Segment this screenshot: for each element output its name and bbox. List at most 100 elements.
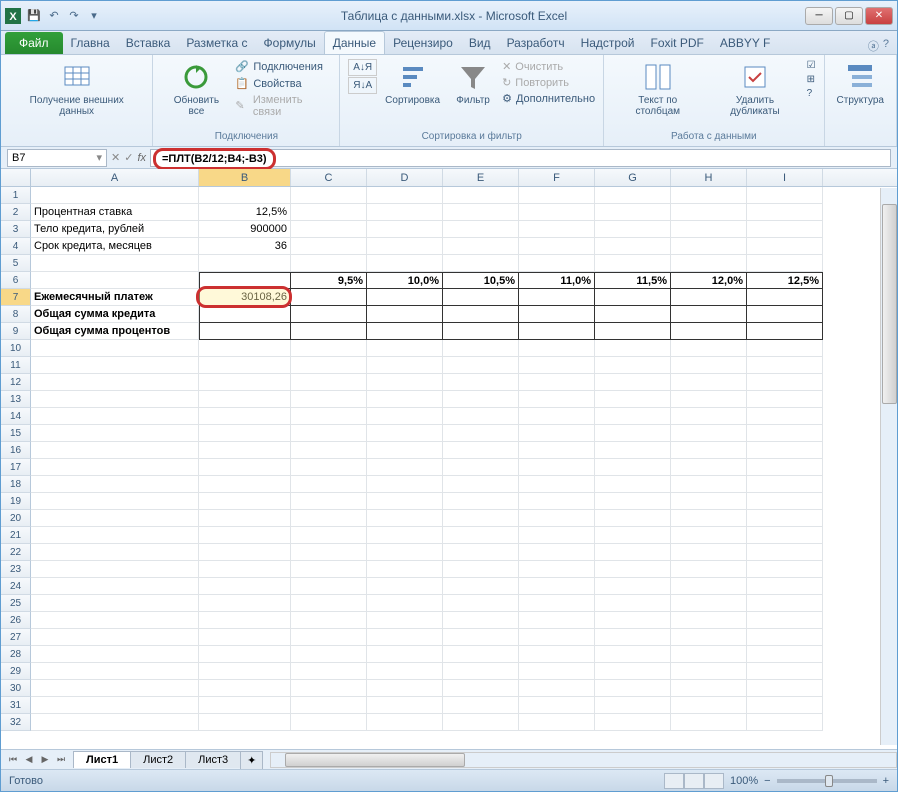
cell-B25[interactable]: [199, 595, 291, 612]
cell-I24[interactable]: [747, 578, 823, 595]
cell-H4[interactable]: [671, 238, 747, 255]
refresh-all-button[interactable]: Обновить все: [161, 59, 231, 119]
cell-F17[interactable]: [519, 459, 595, 476]
cell-E27[interactable]: [443, 629, 519, 646]
cell-E20[interactable]: [443, 510, 519, 527]
tab-view[interactable]: Вид: [461, 32, 499, 54]
cell-A22[interactable]: [31, 544, 199, 561]
cell-C25[interactable]: [291, 595, 367, 612]
cell-B9[interactable]: [199, 323, 291, 340]
column-header-E[interactable]: E: [443, 169, 519, 186]
cell-E9[interactable]: [443, 323, 519, 340]
cell-B5[interactable]: [199, 255, 291, 272]
outline-button[interactable]: Структура: [833, 59, 888, 108]
cell-E15[interactable]: [443, 425, 519, 442]
cell-E1[interactable]: [443, 187, 519, 204]
cell-F13[interactable]: [519, 391, 595, 408]
formula-bar[interactable]: =ПЛТ(B2/12;B4;-B3): [150, 149, 891, 167]
cell-B31[interactable]: [199, 697, 291, 714]
cell-I28[interactable]: [747, 646, 823, 663]
cell-B15[interactable]: [199, 425, 291, 442]
cell-F26[interactable]: [519, 612, 595, 629]
cell-C6[interactable]: 9,5%: [291, 272, 367, 289]
cell-G23[interactable]: [595, 561, 671, 578]
row-header-23[interactable]: 23: [1, 561, 31, 578]
cell-A20[interactable]: [31, 510, 199, 527]
zoom-level[interactable]: 100%: [730, 775, 758, 787]
cell-E32[interactable]: [443, 714, 519, 731]
cell-A18[interactable]: [31, 476, 199, 493]
cell-F31[interactable]: [519, 697, 595, 714]
sort-za-button[interactable]: Я↓А: [348, 77, 377, 94]
tab-review[interactable]: Рецензиро: [385, 32, 461, 54]
cell-D30[interactable]: [367, 680, 443, 697]
row-header-14[interactable]: 14: [1, 408, 31, 425]
cell-A14[interactable]: [31, 408, 199, 425]
cancel-icon[interactable]: ✕: [111, 151, 120, 164]
page-layout-view-button[interactable]: [684, 773, 704, 789]
cell-D16[interactable]: [367, 442, 443, 459]
row-header-9[interactable]: 9: [1, 323, 31, 340]
cell-B11[interactable]: [199, 357, 291, 374]
cell-A9[interactable]: Общая сумма процентов: [31, 323, 199, 340]
cell-H19[interactable]: [671, 493, 747, 510]
cell-G5[interactable]: [595, 255, 671, 272]
cell-G24[interactable]: [595, 578, 671, 595]
cell-H30[interactable]: [671, 680, 747, 697]
cell-G15[interactable]: [595, 425, 671, 442]
cell-E8[interactable]: [443, 306, 519, 323]
remove-duplicates-button[interactable]: Удалить дубликаты: [707, 59, 802, 119]
cell-A4[interactable]: Срок кредита, месяцев: [31, 238, 199, 255]
cell-A5[interactable]: [31, 255, 199, 272]
row-header-30[interactable]: 30: [1, 680, 31, 697]
cell-B4[interactable]: 36: [199, 238, 291, 255]
new-sheet-button[interactable]: ✦: [240, 751, 263, 769]
cell-D23[interactable]: [367, 561, 443, 578]
cell-H16[interactable]: [671, 442, 747, 459]
row-header-28[interactable]: 28: [1, 646, 31, 663]
row-header-15[interactable]: 15: [1, 425, 31, 442]
cell-G12[interactable]: [595, 374, 671, 391]
cell-F15[interactable]: [519, 425, 595, 442]
row-header-29[interactable]: 29: [1, 663, 31, 680]
cell-D2[interactable]: [367, 204, 443, 221]
cell-F22[interactable]: [519, 544, 595, 561]
cell-G7[interactable]: [595, 289, 671, 306]
column-header-C[interactable]: C: [291, 169, 367, 186]
cell-C28[interactable]: [291, 646, 367, 663]
cell-H28[interactable]: [671, 646, 747, 663]
reapply-button[interactable]: ↻Повторить: [502, 75, 595, 90]
cell-G30[interactable]: [595, 680, 671, 697]
cell-F9[interactable]: [519, 323, 595, 340]
filter-button[interactable]: Фильтр: [448, 59, 498, 108]
cell-B2[interactable]: 12,5%: [199, 204, 291, 221]
cell-C20[interactable]: [291, 510, 367, 527]
cell-B10[interactable]: [199, 340, 291, 357]
cell-I8[interactable]: [747, 306, 823, 323]
cell-G25[interactable]: [595, 595, 671, 612]
cell-D6[interactable]: 10,0%: [367, 272, 443, 289]
zoom-thumb[interactable]: [825, 775, 833, 787]
cell-D8[interactable]: [367, 306, 443, 323]
zoom-slider[interactable]: [777, 779, 877, 783]
cell-D14[interactable]: [367, 408, 443, 425]
cell-H9[interactable]: [671, 323, 747, 340]
cell-H5[interactable]: [671, 255, 747, 272]
cell-I4[interactable]: [747, 238, 823, 255]
edit-links-button[interactable]: ✎Изменить связи: [235, 93, 331, 119]
minimize-button[interactable]: ─: [805, 7, 833, 25]
cell-G17[interactable]: [595, 459, 671, 476]
cell-I17[interactable]: [747, 459, 823, 476]
cell-A28[interactable]: [31, 646, 199, 663]
cell-E2[interactable]: [443, 204, 519, 221]
cell-F18[interactable]: [519, 476, 595, 493]
cell-G11[interactable]: [595, 357, 671, 374]
cell-A13[interactable]: [31, 391, 199, 408]
consolidate-button[interactable]: ⊞: [807, 73, 816, 86]
cell-D13[interactable]: [367, 391, 443, 408]
cell-B7[interactable]: 30108,26: [199, 289, 291, 306]
cell-D32[interactable]: [367, 714, 443, 731]
cell-E13[interactable]: [443, 391, 519, 408]
maximize-button[interactable]: ▢: [835, 7, 863, 25]
cell-E6[interactable]: 10,5%: [443, 272, 519, 289]
